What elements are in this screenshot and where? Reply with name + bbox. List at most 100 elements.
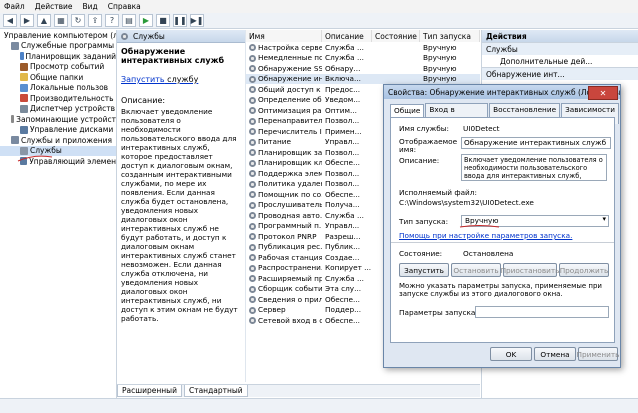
dialog-title: Свойства: Обнаружение интерактивных служ… — [384, 85, 620, 99]
service-gear-icon — [249, 159, 256, 167]
tree-item[interactable]: Служебные программы — [0, 41, 116, 52]
tree-node-icon — [20, 73, 28, 82]
cell-text: Разреш... — [325, 231, 361, 241]
cell-text: Публик... — [325, 242, 361, 252]
tree-item-label: Общие папки — [30, 72, 84, 82]
apply-button[interactable]: Применить — [577, 347, 619, 361]
start-link-text[interactable]: Запустить — [121, 75, 165, 84]
play-icon[interactable]: ▶ — [139, 14, 153, 27]
table-row[interactable]: Обнаружение ин...Включа... Вручную — [246, 73, 480, 84]
cell-text: Обеспе... — [325, 294, 360, 304]
forward-icon[interactable]: ▶ — [20, 14, 34, 27]
restart-icon[interactable]: ▶❚ — [190, 14, 204, 27]
tree-item[interactable]: Просмотр событий — [0, 62, 116, 73]
tree-node-icon — [20, 104, 28, 113]
column-header[interactable]: Описание — [322, 30, 372, 42]
show-tree-icon[interactable]: ▦ — [54, 14, 68, 27]
back-icon[interactable]: ◀ — [3, 14, 17, 27]
column-header[interactable]: Имя — [246, 30, 322, 42]
stop-button[interactable]: Остановить — [451, 263, 501, 277]
tree-item[interactable]: Управление компьютером (л — [0, 30, 116, 41]
tree-item[interactable]: Локальные пользов — [0, 83, 116, 94]
cell-name: Сетевой вход в с... — [246, 316, 322, 325]
resume-button[interactable]: Продолжить — [559, 263, 609, 277]
service-name-label: Имя службы: — [399, 124, 449, 133]
more-actions-item[interactable]: Дополнительные дей... — [482, 55, 638, 67]
ok-button[interactable]: OK — [490, 347, 532, 361]
export-icon[interactable]: ⇪ — [88, 14, 102, 27]
start-service-link[interactable]: Запустить службу — [121, 75, 241, 84]
tree-item[interactable]: Планировщик заданий — [0, 51, 116, 62]
underline-annotation — [459, 225, 500, 228]
table-row[interactable]: Настройка серве...Служба ... Вручную — [246, 42, 480, 53]
cell-desc: Обеспе... — [322, 190, 372, 199]
menu-item[interactable]: Действие — [35, 2, 73, 11]
service-gear-icon — [249, 170, 256, 178]
cell-desc: Публик... — [322, 242, 372, 251]
cell-text: Управл... — [325, 137, 360, 147]
menu-item[interactable]: Справка — [108, 2, 141, 11]
cell-name: Политика удален... — [246, 179, 322, 188]
stop-icon[interactable]: ■ — [156, 14, 170, 27]
column-header[interactable]: Состояние — [372, 30, 420, 42]
cell-text: Обнару... — [325, 63, 361, 73]
cell-text: Управл... — [325, 221, 360, 231]
pause-icon[interactable]: ❚❚ — [173, 14, 187, 27]
cell-text: Предос... — [325, 84, 361, 94]
service-gear-icon — [249, 107, 256, 115]
service-gear-icon — [249, 201, 256, 209]
service-gear-icon — [249, 212, 256, 220]
cell-text: Служба ... — [325, 53, 364, 63]
properties-icon[interactable]: ▤ — [122, 14, 136, 27]
tree-item[interactable]: Службы и приложения — [0, 135, 116, 146]
cell-desc: Обнару... — [322, 64, 372, 73]
display-name-label: Отображаемое имя: — [399, 137, 458, 154]
cell-text: Прослушиватель... — [258, 200, 322, 210]
pause-button[interactable]: Приостановить — [501, 263, 559, 277]
cell-desc: Служба ... — [322, 274, 372, 283]
cell-name: Сборщик событи... — [246, 284, 322, 293]
up-icon[interactable]: ▲ — [37, 14, 51, 27]
table-row[interactable]: Немедленные по...Служба ... Вручную — [246, 53, 480, 64]
actions-section-services[interactable]: Службы — [482, 42, 638, 55]
service-name-value: UI0Detect — [463, 124, 500, 133]
params-input[interactable] — [475, 306, 609, 318]
cell-text: Оптим... — [325, 105, 357, 115]
tree-node-icon — [20, 125, 28, 134]
tree-item[interactable]: Диспетчер устройств — [0, 104, 116, 115]
menu-item[interactable]: Файл — [4, 2, 25, 11]
cell-text: Помощник по со... — [258, 189, 322, 199]
cell-text: Планировщик за... — [258, 147, 322, 157]
cell-name: Сервер — [246, 305, 322, 314]
refresh-icon[interactable]: ↻ — [71, 14, 85, 27]
cell-text: Немедленные по... — [258, 53, 322, 63]
tree-item[interactable]: Производительность — [0, 93, 116, 104]
cell-desc: Обеспе... — [322, 158, 372, 167]
startup-help-link[interactable]: Помощь при настройке параметров запуска. — [399, 231, 572, 240]
tree-item[interactable]: Общие папки — [0, 72, 116, 83]
close-icon[interactable]: ✕ — [588, 86, 618, 100]
column-header[interactable]: Тип запуска — [420, 30, 480, 42]
tab-extended[interactable]: Расширенный — [117, 385, 182, 397]
state-label: Состояние: — [399, 249, 443, 258]
cell-text: Проводная авто... — [258, 210, 322, 220]
help-icon[interactable]: ? — [105, 14, 119, 27]
display-name-field[interactable]: Обнаружение интерактивных служб — [461, 137, 611, 149]
table-row[interactable]: Обнаружение SS...Обнару... Вручную — [246, 63, 480, 74]
cell-text: Поддер... — [325, 305, 362, 315]
tree-item[interactable]: Управление дисками — [0, 125, 116, 136]
service-gear-icon — [249, 254, 256, 262]
service-title: Обнаружение интерактивных служб — [121, 47, 225, 65]
actions-section-selected[interactable]: Обнаружение инт... — [482, 67, 638, 80]
start-button[interactable]: Запустить — [399, 263, 449, 277]
tab-standard[interactable]: Стандартный — [183, 385, 248, 397]
cancel-button[interactable]: Отмена — [534, 347, 576, 361]
menu-item[interactable]: Вид — [82, 2, 97, 11]
tree-node-icon — [20, 52, 24, 61]
cell-text: Публикация рес... — [258, 242, 322, 252]
tree-item[interactable]: Запоминающие устройст — [0, 114, 116, 125]
cell-text: Обнаружение SS... — [258, 63, 322, 73]
cell-text: Получа... — [325, 200, 360, 210]
cell-desc: Поддер... — [322, 305, 372, 314]
dialog-description-field[interactable]: Включает уведомление пользователя о необ… — [461, 154, 607, 181]
